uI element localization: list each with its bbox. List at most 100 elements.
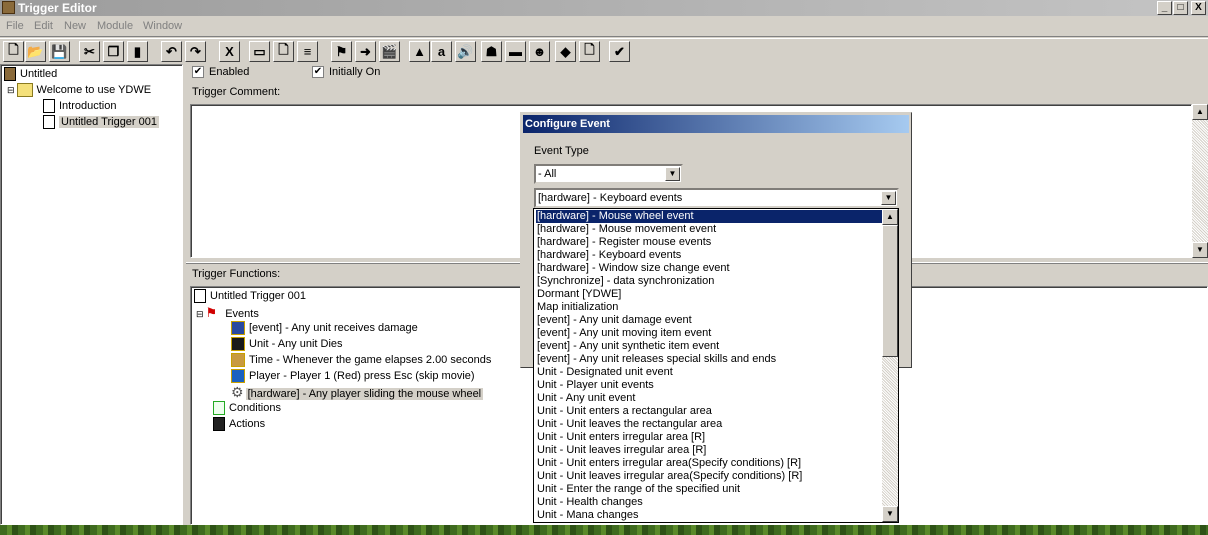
event-select[interactable]: [hardware] - Keyboard events ▼ xyxy=(534,188,899,208)
scroll-up-icon[interactable]: ▲ xyxy=(1192,104,1208,120)
new-trigger-icon[interactable]: 🗋 xyxy=(273,41,294,62)
script-editor-icon[interactable]: 🗋 xyxy=(579,41,600,62)
minimize-button[interactable]: _ xyxy=(1157,1,1172,15)
delete-icon[interactable]: X xyxy=(219,41,240,62)
enabled-checkbox[interactable]: ✔ Enabled xyxy=(192,66,249,79)
trigger-editor-icon[interactable]: a xyxy=(431,41,452,62)
event-label: [event] - Any unit receives damage xyxy=(249,322,418,334)
comment-scrollbar[interactable]: ▲ ▼ xyxy=(1192,104,1208,258)
event-item[interactable]: [event] - Any unit receives damage xyxy=(231,321,418,336)
event-option[interactable]: Unit - Unit leaves irregular area [R] xyxy=(536,444,882,457)
event-option[interactable]: Unit - Designated unit event xyxy=(536,366,882,379)
maximize-button[interactable]: □ xyxy=(1173,1,1188,15)
tree-item-untitled-trigger[interactable]: Untitled Trigger 001 xyxy=(43,115,159,130)
event-item[interactable]: Unit - Any unit Dies xyxy=(231,337,343,352)
event-item[interactable]: Player - Player 1 (Red) press Esc (skip … xyxy=(231,369,475,384)
tree-root[interactable]: Untitled xyxy=(4,67,57,82)
ai-editor-icon[interactable]: ☻ xyxy=(529,41,550,62)
tree-item-introduction[interactable]: Introduction xyxy=(43,99,116,114)
event-option[interactable]: Unit - Unit leaves irregular area(Specif… xyxy=(536,470,882,483)
new-comment-icon[interactable]: ≡ xyxy=(297,41,318,62)
menu-file[interactable]: File xyxy=(6,20,24,32)
copy-icon[interactable]: ❐ xyxy=(103,41,124,62)
event-type-label: Event Type xyxy=(534,145,589,157)
conditions-node[interactable]: Conditions xyxy=(213,401,281,416)
new-category-icon[interactable]: ▭ xyxy=(249,41,270,62)
event-option[interactable]: [event] - Any unit synthetic item event xyxy=(536,340,882,353)
event-option[interactable]: Unit - Unit enters irregular area(Specif… xyxy=(536,457,882,470)
event-option[interactable]: Unit - Unit enters a rectangular area xyxy=(536,405,882,418)
collapse-icon[interactable]: ⊟ xyxy=(7,85,15,95)
title-bar: Trigger Editor _ □ X xyxy=(0,0,1208,16)
checkbox-icon: ✔ xyxy=(312,66,324,79)
undo-icon[interactable]: ↶ xyxy=(161,41,182,62)
new-event-icon[interactable]: ⚑ xyxy=(331,41,352,62)
event-option[interactable]: [event] - Any unit damage event xyxy=(536,314,882,327)
event-item[interactable]: Time - Whenever the game elapses 2.00 se… xyxy=(231,353,491,368)
tree-item-label: Untitled Trigger 001 xyxy=(59,116,159,128)
app-icon xyxy=(2,1,15,14)
menu-module[interactable]: Module xyxy=(97,20,133,32)
campaign-editor-icon[interactable]: ▬ xyxy=(505,41,526,62)
document-icon xyxy=(43,99,55,114)
import-manager-icon[interactable]: ◆ xyxy=(555,41,576,62)
events-node[interactable]: ⊟ ⚑ Events xyxy=(196,305,259,320)
event-option[interactable]: Unit - Unit leaves the rectangular area xyxy=(536,418,882,431)
terrain-editor-icon[interactable]: ▲ xyxy=(409,41,430,62)
event-option[interactable]: Map initialization xyxy=(536,301,882,314)
new-action-icon[interactable]: 🎬 xyxy=(379,41,400,62)
actions-node[interactable]: Actions xyxy=(213,417,265,432)
test-map-icon[interactable]: ✔ xyxy=(609,41,630,62)
event-item-selected[interactable]: ⚙ [hardware] - Any player sliding the mou… xyxy=(231,385,484,400)
open-icon[interactable]: 📂 xyxy=(25,41,46,62)
menu-new[interactable]: New xyxy=(64,20,86,32)
scroll-up-icon[interactable]: ▲ xyxy=(882,209,898,225)
new-icon[interactable]: 🗋 xyxy=(3,41,24,62)
clapper-icon xyxy=(213,417,225,432)
event-option[interactable]: Unit - Unit enters irregular area [R] xyxy=(536,431,882,444)
event-option[interactable]: [hardware] - Keyboard events xyxy=(536,249,882,262)
initially-on-checkbox[interactable]: ✔ Initially On xyxy=(312,66,380,79)
redo-icon[interactable]: ↷ xyxy=(185,41,206,62)
chevron-down-icon[interactable]: ▼ xyxy=(881,191,896,205)
event-option[interactable]: Unit - Mana changes xyxy=(536,509,882,522)
event-option[interactable]: [hardware] - Mouse movement event xyxy=(536,223,882,236)
functions-root-label: Untitled Trigger 001 xyxy=(210,290,306,302)
event-type-select[interactable]: - All ▼ xyxy=(534,164,683,184)
event-option[interactable]: [event] - Any unit moving item event xyxy=(536,327,882,340)
menu-window[interactable]: Window xyxy=(143,20,182,32)
event-option[interactable]: Unit - Player unit events xyxy=(536,379,882,392)
sound-editor-icon[interactable]: 🔊 xyxy=(455,41,476,62)
list-scrollbar[interactable]: ▲ ▼ xyxy=(882,209,898,522)
event-option[interactable]: Dormant [YDWE] xyxy=(536,288,882,301)
event-label: Time - Whenever the game elapses 2.00 se… xyxy=(249,354,492,366)
divider xyxy=(0,38,1208,39)
scroll-down-icon[interactable]: ▼ xyxy=(882,506,898,522)
object-editor-icon[interactable]: ☗ xyxy=(481,41,502,62)
tree-root-label: Untitled xyxy=(20,68,58,80)
event-option[interactable]: Unit - Any unit event xyxy=(536,392,882,405)
cut-icon[interactable]: ✂ xyxy=(79,41,100,62)
checkbox-icon: ✔ xyxy=(192,66,204,79)
scroll-thumb[interactable] xyxy=(882,225,898,357)
map-icon xyxy=(4,67,16,82)
new-condition-icon[interactable]: ➜ xyxy=(355,41,376,62)
chevron-down-icon[interactable]: ▼ xyxy=(665,167,680,181)
scroll-down-icon[interactable]: ▼ xyxy=(1192,242,1208,258)
event-option[interactable]: [hardware] - Register mouse events xyxy=(536,236,882,249)
event-option[interactable]: [hardware] - Window size change event xyxy=(536,262,882,275)
functions-root[interactable]: Untitled Trigger 001 xyxy=(194,289,306,304)
close-button[interactable]: X xyxy=(1191,1,1206,15)
trigger-tree[interactable]: Untitled ⊟ Welcome to use YDWE Introducti… xyxy=(0,64,183,525)
menu-edit[interactable]: Edit xyxy=(34,20,53,32)
event-option[interactable]: Unit - Health changes xyxy=(536,496,882,509)
paste-icon[interactable]: ▮ xyxy=(127,41,148,62)
event-option[interactable]: [Synchronize] - data synchronization xyxy=(536,275,882,288)
event-dropdown-list[interactable]: [hardware] - Mouse wheel event [hardware]… xyxy=(533,208,899,523)
save-icon[interactable]: 💾 xyxy=(49,41,70,62)
event-option[interactable]: Unit - Enter the range of the specified … xyxy=(536,483,882,496)
collapse-icon[interactable]: ⊟ xyxy=(196,309,204,319)
event-option[interactable]: [hardware] - Mouse wheel event xyxy=(536,210,882,223)
event-option[interactable]: [event] - Any unit releases special skil… xyxy=(536,353,882,366)
tree-category[interactable]: ⊟ Welcome to use YDWE xyxy=(7,83,151,98)
